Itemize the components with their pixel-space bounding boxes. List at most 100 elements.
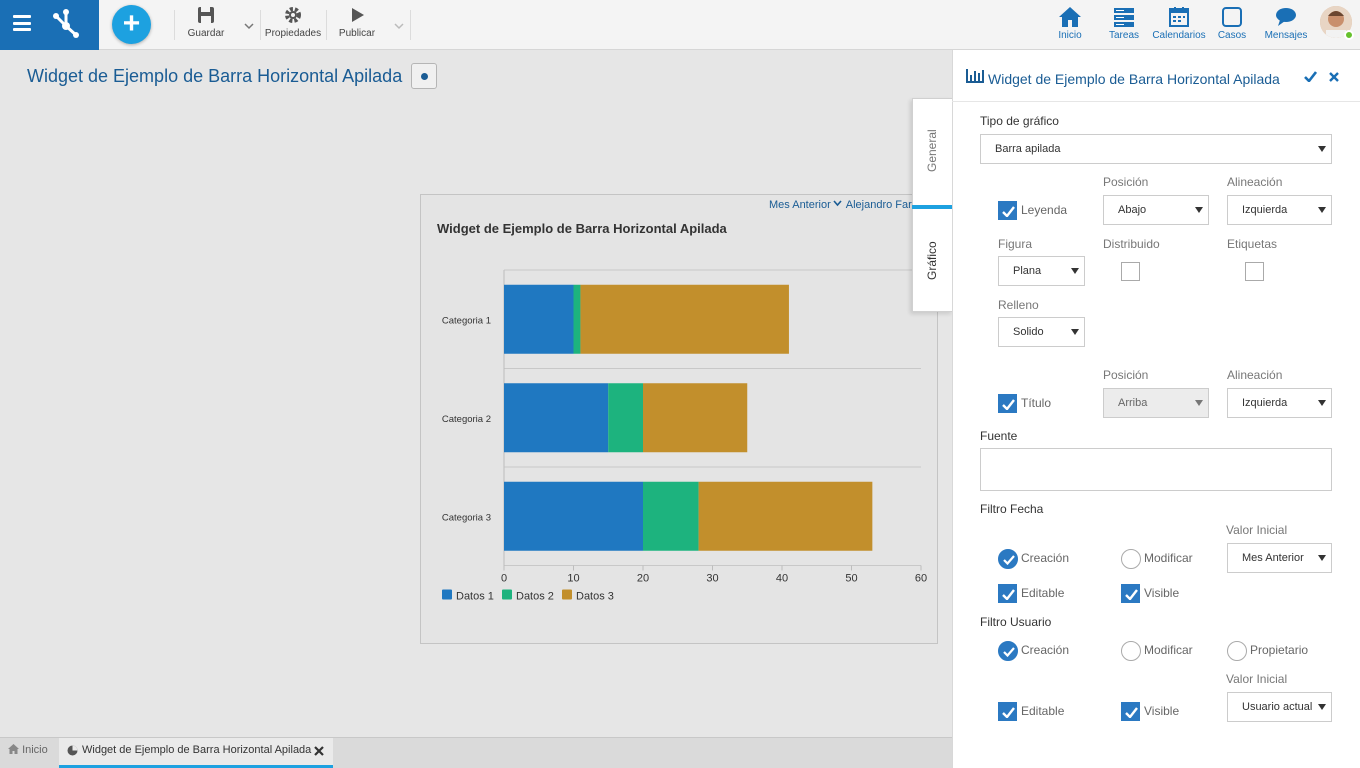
tab-widget[interactable]: Widget de Ejemplo de Barra Horizontal Ap… [59,738,333,768]
fill-select[interactable]: Solido [998,317,1085,347]
properties-button[interactable]: Propiedades [263,6,323,46]
legend-checkbox[interactable] [998,201,1017,220]
bar-datos-1 [504,481,643,551]
save-button[interactable]: Guardar [186,6,226,46]
toolbar-separator [174,10,175,40]
distributed-label: Distribuido [1103,237,1160,251]
user-creation-radio[interactable] [998,641,1018,661]
shape-value: Plana [1013,265,1042,277]
user-visible-checkbox[interactable] [1121,702,1140,721]
tab-home[interactable]: Inicio [8,744,48,756]
date-modify-radio[interactable] [1121,549,1141,569]
page-options-button[interactable] [411,63,437,89]
side-tab-grafico[interactable]: Gráfico [925,241,939,280]
save-dropdown-chevron-icon[interactable] [244,18,254,30]
bar-chart-icon [966,69,984,83]
user-owner-radio[interactable] [1227,641,1247,661]
close-icon[interactable] [314,746,324,756]
user-initial-value-label: Valor Inicial [1226,672,1288,686]
app-logo-icon[interactable] [50,9,82,39]
publish-button[interactable]: Publicar [336,6,378,46]
nav-home[interactable]: Inicio [1042,6,1098,46]
legend-alignment-value: Izquierda [1242,204,1288,216]
nav-calendars-label: Calendarios [1152,30,1206,41]
distributed-checkbox[interactable] [1121,262,1140,281]
title-position-label: Posición [1103,368,1149,382]
nav-cases[interactable]: Casos [1204,6,1260,46]
x-tick-label: 10 [567,573,579,585]
nav-calendars[interactable]: Calendarios [1151,6,1207,46]
chart-widget: Mes Anterior Alejandro Fari Widget de Eje… [420,194,938,644]
user-owner-label: Propietario [1250,643,1309,657]
widget-date-filter[interactable]: Mes Anterior [769,199,831,211]
bar-datos-3 [698,481,873,551]
bar-datos-3 [643,383,748,453]
category-label: Categoria 2 [442,414,491,425]
legend-swatch [442,589,452,600]
user-initial-value: Usuario actual [1242,701,1313,713]
publish-dropdown-chevron-icon[interactable] [394,18,404,30]
play-icon [352,8,364,22]
date-initial-value: Mes Anterior [1242,552,1304,564]
shape-select[interactable]: Plana [998,256,1085,286]
x-tick-label: 0 [501,573,507,585]
labels-checkbox[interactable] [1245,262,1264,281]
close-icon[interactable] [1329,72,1339,82]
date-initial-value-select[interactable]: Mes Anterior [1227,543,1332,573]
side-tab-active-indicator [912,205,953,209]
date-filter-label: Filtro Fecha [980,502,1044,516]
fill-value: Solido [1013,326,1044,338]
tab-widget-label: Widget de Ejemplo de Barra Horizontal Ap… [82,744,312,756]
title-checkbox[interactable] [998,394,1017,413]
source-input[interactable] [980,448,1332,491]
hamburger-menu-icon[interactable] [13,15,31,31]
date-initial-value-label: Valor Inicial [1226,523,1288,537]
add-button[interactable]: + [112,5,151,44]
gear-icon [285,7,301,23]
date-modify-label: Modificar [1144,551,1193,565]
chevron-down-icon[interactable] [833,199,842,208]
x-tick-label: 40 [776,573,788,585]
date-visible-label: Visible [1144,586,1180,600]
home-icon [8,744,19,754]
nav-cases-label: Casos [1217,30,1247,41]
legend-alignment-select[interactable]: Izquierda [1227,195,1332,225]
side-tab-general[interactable]: General [925,129,939,172]
confirm-check-icon[interactable] [1304,71,1317,82]
publish-label: Publicar [338,28,376,39]
bar-datos-2 [608,383,643,453]
widget-user-filter[interactable]: Alejandro Fari [846,199,914,211]
date-visible-checkbox[interactable] [1121,584,1140,603]
user-modify-label: Modificar [1144,643,1193,657]
legend-position-value: Abajo [1118,204,1147,216]
legend-label: Datos 1 [456,591,494,603]
date-creation-radio[interactable] [998,549,1018,569]
widget-filters: Mes Anterior Alejandro Fari [769,199,914,211]
bar-datos-3 [580,284,789,354]
user-editable-label: Editable [1021,704,1065,718]
save-icon [198,7,214,23]
page-title: Widget de Ejemplo de Barra Horizontal Ap… [27,66,403,86]
date-creation-label: Creación [1021,551,1070,565]
user-modify-radio[interactable] [1121,641,1141,661]
user-editable-checkbox[interactable] [998,702,1017,721]
stacked-bar-chart: Categoria 1 Categoria 2 Categoria 3 0 10 20 30… [442,269,927,603]
chart-type-select[interactable]: Barra apilada [980,134,1332,164]
legend-position-select[interactable]: Abajo [1103,195,1209,225]
messages-icon [1276,8,1296,26]
nav-messages[interactable]: Mensajes [1258,6,1314,46]
toolbar-separator [410,10,411,40]
title-alignment-value: Izquierda [1242,397,1288,409]
date-editable-checkbox[interactable] [998,584,1017,603]
nav-tasks[interactable]: Tareas [1096,6,1152,46]
source-label: Fuente [980,429,1018,443]
legend-label: Datos 3 [576,591,614,603]
category-label: Categoria 1 [442,315,491,326]
user-initial-value-select[interactable]: Usuario actual [1227,692,1332,722]
title-alignment-select[interactable]: Izquierda [1227,388,1332,418]
x-tick-label: 50 [845,573,857,585]
x-tick-label: 30 [706,573,718,585]
x-tick-label: 60 [915,573,927,585]
shape-label: Figura [998,237,1033,251]
chart-type-value: Barra apilada [995,143,1061,155]
